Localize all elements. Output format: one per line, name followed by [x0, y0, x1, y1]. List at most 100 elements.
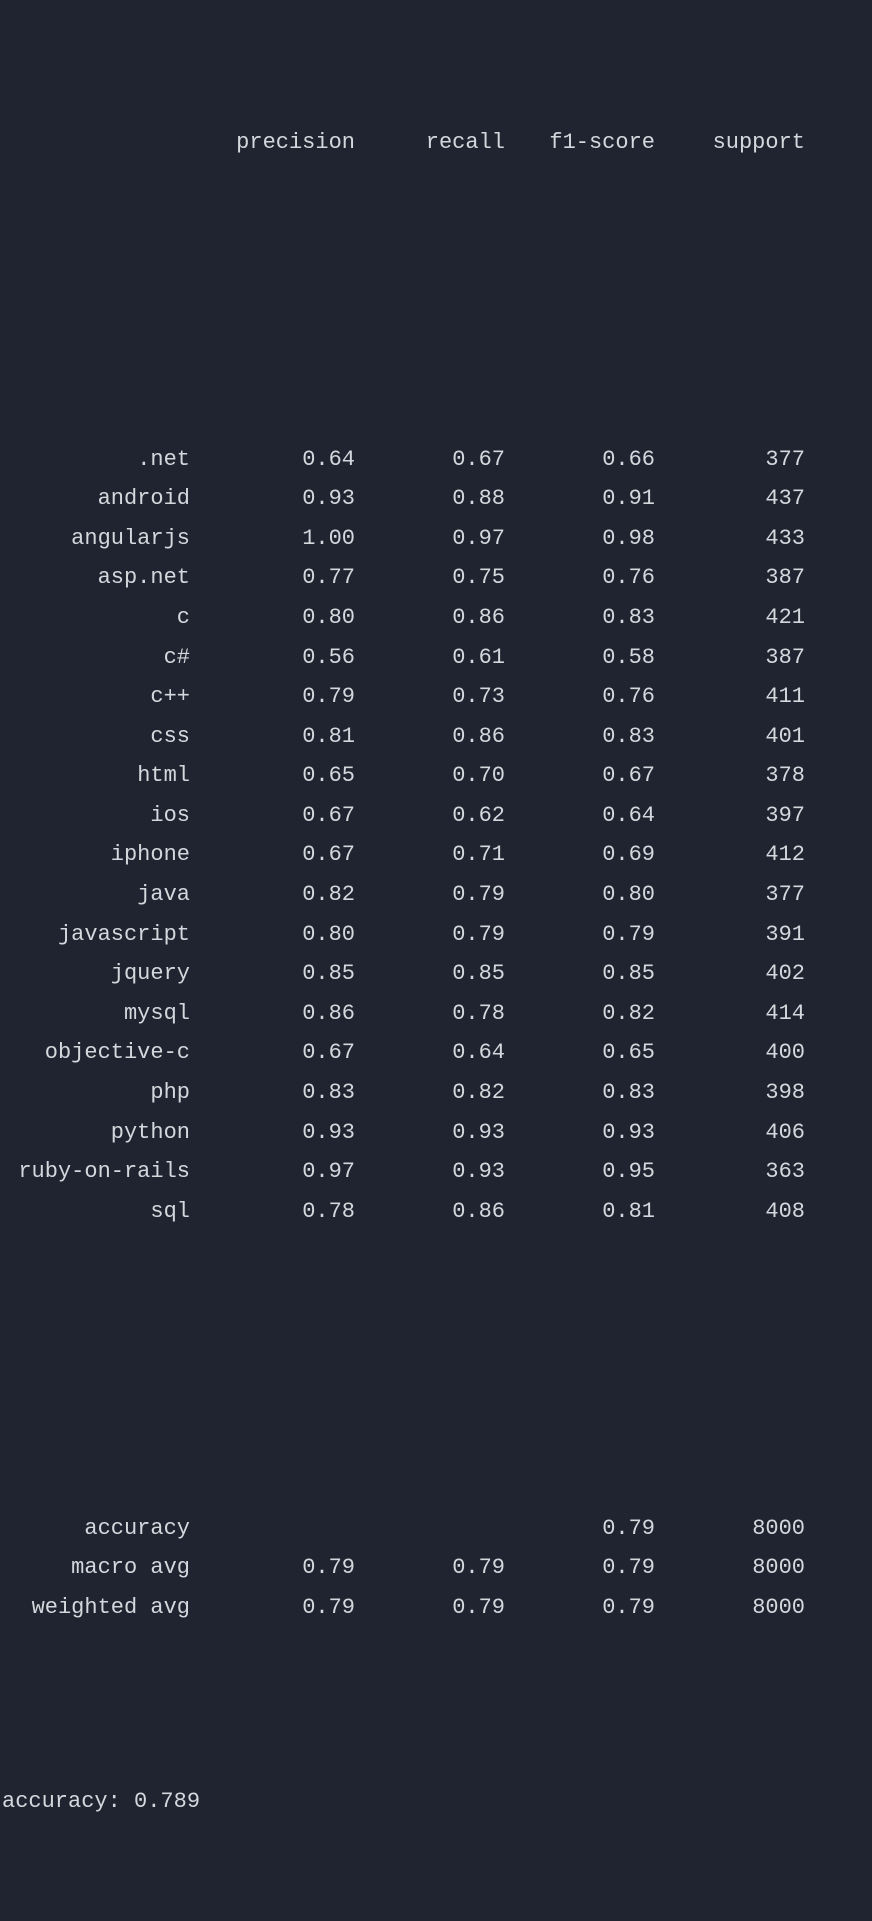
- class-recall: 0.97: [355, 519, 505, 559]
- class-precision: 0.56: [190, 638, 355, 678]
- summary-recall: 0.79: [355, 1548, 505, 1588]
- class-label: c: [0, 598, 190, 638]
- class-f1: 0.64: [505, 796, 655, 836]
- class-label: c#: [0, 638, 190, 678]
- class-f1: 0.98: [505, 519, 655, 559]
- class-precision: 1.00: [190, 519, 355, 559]
- class-label: sql: [0, 1192, 190, 1232]
- class-recall: 0.64: [355, 1033, 505, 1073]
- class-f1: 0.65: [505, 1033, 655, 1073]
- class-label: angularjs: [0, 519, 190, 559]
- class-recall: 0.86: [355, 717, 505, 757]
- class-row: php0.830.820.83398: [0, 1073, 862, 1113]
- summary-label: weighted avg: [0, 1588, 190, 1628]
- class-label: asp.net: [0, 558, 190, 598]
- class-f1: 0.95: [505, 1152, 655, 1192]
- class-label: jquery: [0, 954, 190, 994]
- summary-f1: 0.79: [505, 1509, 655, 1549]
- class-recall: 0.73: [355, 677, 505, 717]
- class-f1: 0.93: [505, 1113, 655, 1153]
- summary-rows: accuracy0.798000macro avg0.790.790.79800…: [0, 1509, 862, 1628]
- summary-label: accuracy: [0, 1509, 190, 1549]
- class-row: java0.820.790.80377: [0, 875, 862, 915]
- class-precision: 0.64: [190, 440, 355, 480]
- class-support: 411: [655, 677, 805, 717]
- class-precision: 0.67: [190, 1033, 355, 1073]
- class-precision: 0.85: [190, 954, 355, 994]
- class-label: html: [0, 756, 190, 796]
- class-label: objective-c: [0, 1033, 190, 1073]
- class-support: 377: [655, 440, 805, 480]
- header-recall: recall: [355, 123, 505, 163]
- class-support: 387: [655, 558, 805, 598]
- blank-row: [0, 1350, 862, 1390]
- class-label: iphone: [0, 835, 190, 875]
- class-row: javascript0.800.790.79391: [0, 915, 862, 955]
- class-recall: 0.88: [355, 479, 505, 519]
- class-f1: 0.83: [505, 717, 655, 757]
- class-label: ruby-on-rails: [0, 1152, 190, 1192]
- class-row: python0.930.930.93406: [0, 1113, 862, 1153]
- class-recall: 0.78: [355, 994, 505, 1034]
- class-precision: 0.67: [190, 835, 355, 875]
- class-support: 414: [655, 994, 805, 1034]
- class-recall: 0.71: [355, 835, 505, 875]
- class-f1: 0.85: [505, 954, 655, 994]
- class-row: .net0.640.670.66377: [0, 440, 862, 480]
- class-row: c0.800.860.83421: [0, 598, 862, 638]
- class-support: 421: [655, 598, 805, 638]
- summary-support: 8000: [655, 1509, 805, 1549]
- class-recall: 0.82: [355, 1073, 505, 1113]
- class-row: ruby-on-rails0.970.930.95363: [0, 1152, 862, 1192]
- class-recall: 0.67: [355, 440, 505, 480]
- class-recall: 0.86: [355, 1192, 505, 1232]
- class-recall: 0.93: [355, 1113, 505, 1153]
- class-support: 408: [655, 1192, 805, 1232]
- class-precision: 0.86: [190, 994, 355, 1034]
- blank-row: [0, 281, 862, 321]
- class-label: javascript: [0, 915, 190, 955]
- class-recall: 0.70: [355, 756, 505, 796]
- class-recall: 0.79: [355, 915, 505, 955]
- class-f1: 0.83: [505, 598, 655, 638]
- summary-support: 8000: [655, 1588, 805, 1628]
- class-f1: 0.76: [505, 677, 655, 717]
- class-recall: 0.86: [355, 598, 505, 638]
- class-precision: 0.80: [190, 598, 355, 638]
- class-recall: 0.79: [355, 875, 505, 915]
- class-support: 378: [655, 756, 805, 796]
- class-support: 406: [655, 1113, 805, 1153]
- class-row: jquery0.850.850.85402: [0, 954, 862, 994]
- class-support: 397: [655, 796, 805, 836]
- class-f1: 0.91: [505, 479, 655, 519]
- class-label: css: [0, 717, 190, 757]
- overall-accuracy-line: accuracy: 0.789: [0, 1782, 862, 1822]
- class-recall: 0.61: [355, 638, 505, 678]
- class-recall: 0.62: [355, 796, 505, 836]
- class-precision: 0.83: [190, 1073, 355, 1113]
- class-support: 377: [655, 875, 805, 915]
- class-row: android0.930.880.91437: [0, 479, 862, 519]
- summary-label: macro avg: [0, 1548, 190, 1588]
- header-row: precision recall f1-score support: [0, 123, 862, 163]
- class-row: angularjs1.000.970.98433: [0, 519, 862, 559]
- class-support: 401: [655, 717, 805, 757]
- class-support: 391: [655, 915, 805, 955]
- class-row: iphone0.670.710.69412: [0, 835, 862, 875]
- class-f1: 0.83: [505, 1073, 655, 1113]
- summary-recall: [355, 1509, 505, 1549]
- class-label: java: [0, 875, 190, 915]
- summary-row: accuracy 0.798000: [0, 1509, 862, 1549]
- summary-f1: 0.79: [505, 1588, 655, 1628]
- class-row: objective-c0.670.640.65400: [0, 1033, 862, 1073]
- class-f1: 0.79: [505, 915, 655, 955]
- summary-precision: 0.79: [190, 1548, 355, 1588]
- class-precision: 0.80: [190, 915, 355, 955]
- class-recall: 0.85: [355, 954, 505, 994]
- class-precision: 0.82: [190, 875, 355, 915]
- class-f1: 0.81: [505, 1192, 655, 1232]
- class-support: 400: [655, 1033, 805, 1073]
- classification-report: precision recall f1-score support .net0.…: [0, 4, 862, 1901]
- class-support: 412: [655, 835, 805, 875]
- class-support: 398: [655, 1073, 805, 1113]
